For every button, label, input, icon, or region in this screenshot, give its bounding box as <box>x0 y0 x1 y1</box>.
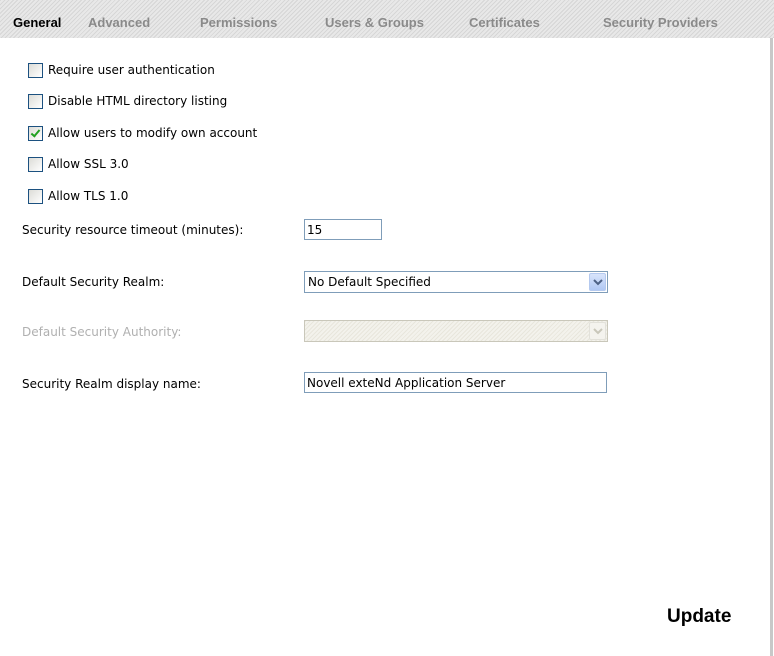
default-authority-select <box>304 320 608 342</box>
disable-dir-listing-checkbox[interactable] <box>28 93 43 109</box>
default-realm-select[interactable]: No Default Specified <box>304 271 608 293</box>
tab-bar: General Advanced Permissions Users & Gro… <box>0 0 774 38</box>
option-disable-dir-listing[interactable]: Disable HTML directory listing <box>28 93 227 109</box>
chevron-down-icon <box>593 279 603 286</box>
tab-users-groups[interactable]: Users & Groups <box>325 15 424 30</box>
allow-ssl3-checkbox[interactable] <box>28 156 43 172</box>
allow-tls1-label: Allow TLS 1.0 <box>48 189 129 203</box>
update-button[interactable]: Update <box>667 606 731 628</box>
require-auth-checkbox[interactable] <box>28 62 43 78</box>
default-realm-value: No Default Specified <box>308 275 431 289</box>
default-realm-label: Default Security Realm: <box>22 275 165 289</box>
disable-dir-listing-label: Disable HTML directory listing <box>48 94 228 108</box>
require-auth-label: Require user authentication <box>48 63 215 77</box>
timeout-label: Security resource timeout (minutes): <box>22 223 244 237</box>
realm-display-name-input[interactable]: Novell exteNd Application Server <box>304 372 607 393</box>
default-realm-dropdown-button[interactable] <box>589 273 606 291</box>
allow-tls1-checkbox[interactable] <box>28 188 43 204</box>
option-modify-own-account[interactable]: Allow users to modify own account <box>28 125 257 141</box>
tab-permissions[interactable]: Permissions <box>200 15 277 30</box>
option-require-auth[interactable]: Require user authentication <box>28 62 215 78</box>
default-authority-label: Default Security Authority: <box>22 325 182 339</box>
default-authority-dropdown-button <box>589 322 606 340</box>
modify-own-account-checkbox[interactable] <box>28 125 43 141</box>
general-panel: Require user authentication Disable HTML… <box>0 38 773 656</box>
realm-display-name-label: Security Realm display name: <box>22 377 201 391</box>
timeout-input[interactable]: 15 <box>304 219 382 240</box>
option-allow-ssl3[interactable]: Allow SSL 3.0 <box>28 156 129 172</box>
security-settings-page: General Advanced Permissions Users & Gro… <box>0 0 774 656</box>
chevron-down-icon <box>593 328 603 335</box>
tab-security-providers[interactable]: Security Providers <box>603 15 718 30</box>
tab-certificates[interactable]: Certificates <box>469 15 540 30</box>
modify-own-account-label: Allow users to modify own account <box>48 126 258 140</box>
option-allow-tls1[interactable]: Allow TLS 1.0 <box>28 188 128 204</box>
allow-ssl3-label: Allow SSL 3.0 <box>48 157 129 171</box>
tab-advanced[interactable]: Advanced <box>88 15 150 30</box>
tab-general[interactable]: General <box>13 15 61 30</box>
